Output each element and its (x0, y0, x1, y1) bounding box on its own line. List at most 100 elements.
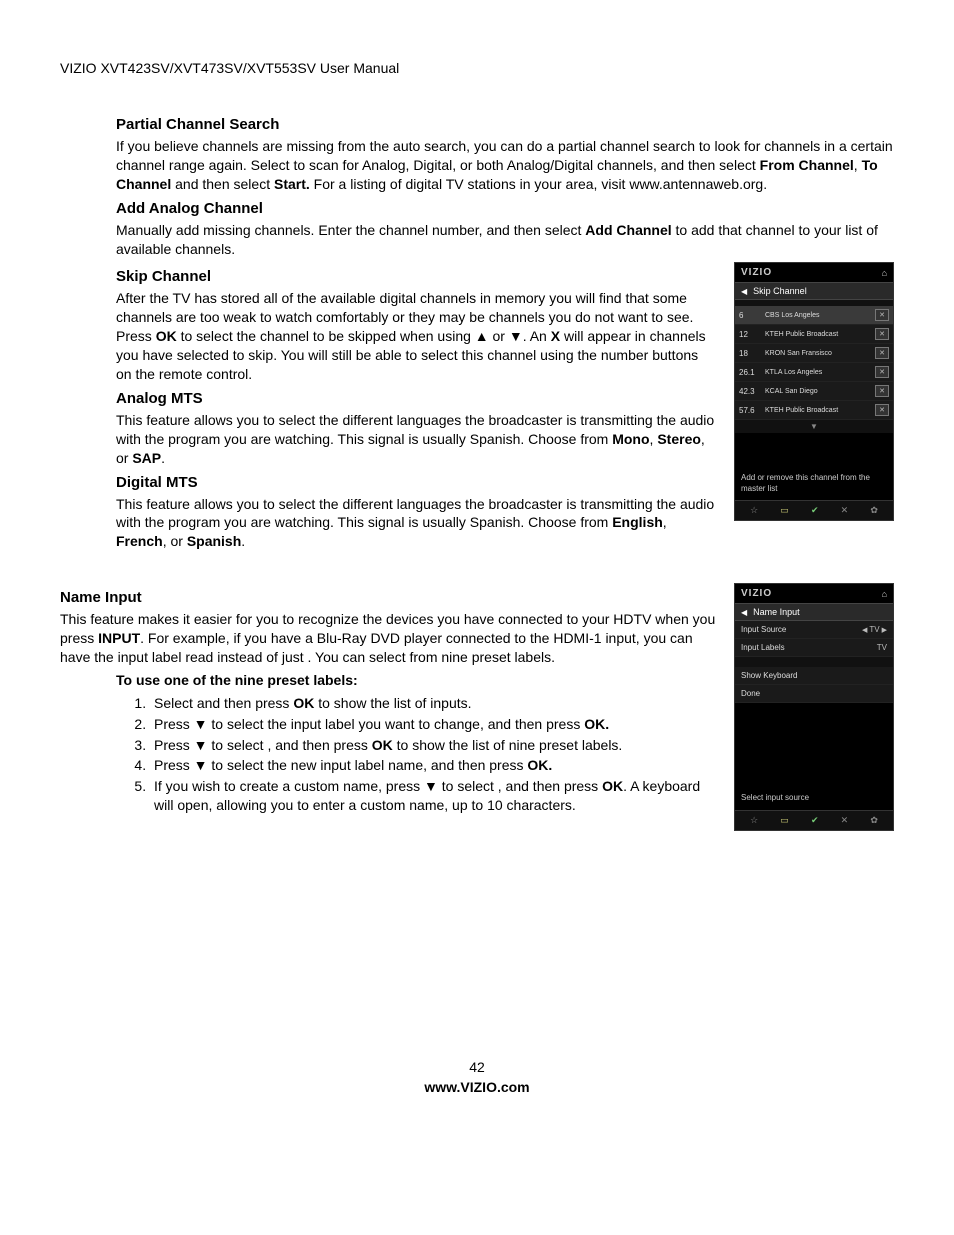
right-arrow-icon: ▶ (882, 626, 887, 634)
option-value: TV (869, 625, 879, 634)
text: , (854, 157, 862, 173)
tv-screenshot-skip-channel: VIZIO ⌂ ◀ Skip Channel 6 CBS Los Angeles… (734, 262, 894, 521)
tv-screenshot-name-input: VIZIO ⌂ ◀ Name Input Input Source ◀TV▶ I… (734, 583, 894, 830)
bold-ok: OK (602, 778, 623, 794)
bold-french: French (116, 533, 163, 549)
skip-checkbox-icon: ✕ (875, 309, 889, 321)
text: and then select (171, 176, 274, 192)
back-arrow-icon: ◀ (741, 608, 747, 617)
bold-mono: Mono (612, 431, 649, 447)
channel-row: 18 KRON San Fransisco ✕ (735, 344, 893, 363)
tv-menu-title-text: Skip Channel (753, 286, 807, 296)
gear-icon: ✿ (870, 505, 878, 516)
text: If you wish to create a custom name, pre… (154, 778, 498, 794)
tv-hint-text: Add or remove this channel from the mast… (735, 433, 893, 500)
step-3: Press ▼ to select , and then press OK to… (150, 736, 716, 755)
text: and then press (197, 695, 294, 711)
channel-number: 12 (739, 330, 765, 339)
text: Press ▼ to select the new input label na… (154, 757, 527, 773)
bold-ok: OK. (584, 716, 609, 732)
step-2: Press ▼ to select the input label you wa… (150, 715, 716, 734)
option-input-labels: Input Labels TV (735, 639, 893, 657)
heading-add-analog-channel: Add Analog Channel (116, 200, 894, 217)
text: , and then press (267, 737, 371, 753)
channel-number: 26.1 (739, 368, 765, 377)
heading-partial-channel-search: Partial Channel Search (116, 116, 894, 133)
bold-ok: OK (156, 328, 177, 344)
tv-logo: VIZIO (741, 267, 772, 278)
step-4: Press ▼ to select the new input label na… (150, 756, 716, 775)
bold-from-channel: From Channel (760, 157, 854, 173)
aspect-icon: ▭ (780, 815, 789, 826)
bold-ok: OK. (527, 757, 552, 773)
close-icon: ✕ (841, 505, 849, 516)
gear-icon: ✿ (870, 815, 878, 826)
steps-list: Select and then press OK to show the lis… (60, 694, 716, 815)
text: instead of just (217, 649, 307, 665)
bold-spanish: Spanish (187, 533, 241, 549)
para-skip-channel: After the TV has stored all of the avail… (116, 289, 716, 383)
channel-name: CBS Los Angeles (765, 312, 875, 319)
skip-checkbox-icon: ✕ (875, 385, 889, 397)
bold-add-channel: Add Channel (585, 222, 671, 238)
skip-checkbox-icon: ✕ (875, 404, 889, 416)
channel-row: 12 KTEH Public Broadcast ✕ (735, 325, 893, 344)
bold-stereo: Stereo (657, 431, 701, 447)
para-analog-mts: This feature allows you to select the di… (116, 411, 716, 468)
channel-number: 57.6 (739, 406, 765, 415)
page-number: 42 (0, 1059, 954, 1075)
text: For a listing of digital TV stations in … (310, 176, 767, 192)
text: . You can select from nine preset labels… (308, 649, 555, 665)
aspect-icon: ▭ (780, 505, 789, 516)
tv-footer-icons: ☆ ▭ ✔ ✕ ✿ (735, 810, 893, 830)
para-partial-channel-search: If you believe channels are missing from… (116, 137, 894, 194)
text: to select the channel to be skipped when… (177, 328, 551, 344)
channel-name: KTEH Public Broadcast (765, 407, 875, 414)
channel-name: KTLA Los Angeles (765, 369, 875, 376)
scroll-down-icon: ▼ (735, 420, 893, 433)
text: , or (163, 533, 187, 549)
channel-number: 6 (739, 311, 765, 320)
text: . (241, 533, 245, 549)
skip-checkbox-icon: ✕ (875, 366, 889, 378)
skip-checkbox-icon: ✕ (875, 347, 889, 359)
channel-name: KCAL San Diego (765, 388, 875, 395)
option-label: Show Keyboard (741, 671, 797, 680)
tv-logo: VIZIO (741, 588, 772, 599)
footer-url: www.VIZIO.com (0, 1079, 954, 1095)
text: Press ▼ to select (154, 737, 267, 753)
text: to show the list of nine preset labels. (393, 737, 623, 753)
option-done: Done (735, 685, 893, 703)
tv-footer-icons: ☆ ▭ ✔ ✕ ✿ (735, 500, 893, 520)
subheading-preset-labels: To use one of the nine preset labels: (60, 671, 716, 690)
home-icon: ⌂ (882, 268, 887, 278)
channel-row: 6 CBS Los Angeles ✕ (735, 306, 893, 325)
left-arrow-icon: ◀ (862, 626, 867, 634)
bold-x: X (551, 328, 560, 344)
star-icon: ☆ (750, 815, 758, 826)
channel-number: 18 (739, 349, 765, 358)
option-value: TV (877, 643, 887, 652)
check-icon: ✔ (811, 505, 819, 516)
bold-start: Start. (274, 176, 310, 192)
option-label: Done (741, 689, 760, 698)
channel-row: 26.1 KTLA Los Angeles ✕ (735, 363, 893, 382)
para-add-analog-channel: Manually add missing channels. Enter the… (116, 221, 894, 259)
bold-sap: SAP (132, 450, 161, 466)
star-icon: ☆ (750, 505, 758, 516)
bold-ok: OK (293, 695, 314, 711)
option-label: Input Labels (741, 643, 785, 652)
text: Manually add missing channels. Enter the… (116, 222, 585, 238)
channel-name: KTEH Public Broadcast (765, 331, 875, 338)
text: , and then press (498, 778, 602, 794)
step-5: If you wish to create a custom name, pre… (150, 777, 716, 815)
heading-skip-channel: Skip Channel (116, 268, 716, 285)
home-icon: ⌂ (882, 589, 887, 599)
bold-ok: OK (372, 737, 393, 753)
text: to show the list of inputs. (314, 695, 471, 711)
document-header: VIZIO XVT423SV/XVT473SV/XVT553SV User Ma… (60, 60, 894, 76)
close-icon: ✕ (841, 815, 849, 826)
option-show-keyboard: Show Keyboard (735, 667, 893, 685)
text: , (663, 514, 667, 530)
para-name-input: This feature makes it easier for you to … (60, 610, 716, 667)
